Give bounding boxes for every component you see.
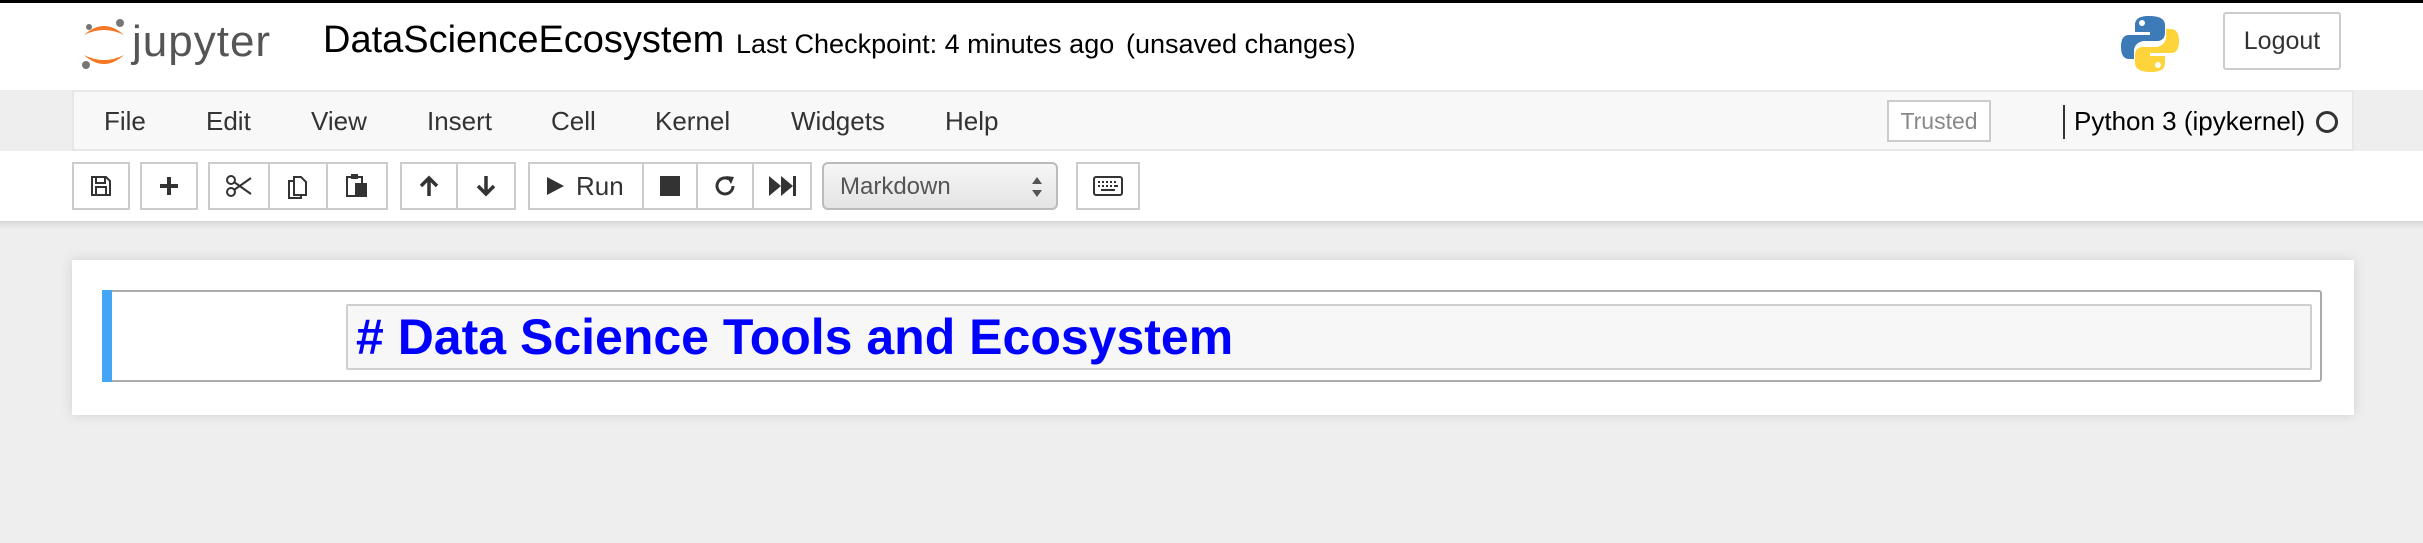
jupyter-logo[interactable]: jupyter (80, 15, 300, 75)
kernel-name[interactable]: Python 3 (ipykernel) (2074, 106, 2305, 137)
arrow-down-icon (476, 176, 496, 197)
menu-cell[interactable]: Cell (551, 106, 596, 137)
header: jupyter DataScienceEcosystem Last Checkp… (0, 3, 2423, 90)
interrupt-kernel-button[interactable] (642, 162, 698, 210)
menu-insert[interactable]: Insert (427, 106, 492, 137)
logout-button[interactable]: Logout (2223, 12, 2341, 70)
stop-icon (660, 176, 680, 196)
menu-edit[interactable]: Edit (206, 106, 251, 137)
checkpoint-status: Last Checkpoint: 4 minutes ago (736, 29, 1115, 59)
move-down-button[interactable] (456, 162, 516, 210)
jupyter-logo-icon (82, 19, 124, 69)
run-button[interactable]: Run (528, 162, 644, 210)
cell-selection-bar (102, 290, 112, 382)
cell-type-select[interactable]: Markdown (822, 162, 1058, 210)
paste-icon (346, 174, 367, 197)
copy-icon (288, 176, 307, 199)
python-logo-icon (2121, 16, 2179, 72)
copy-button[interactable] (268, 162, 328, 210)
toolbar-shadow (0, 221, 2423, 229)
cell-type-value: Markdown (840, 173, 951, 200)
cell-source-text: # Data Science Tools and Ecosystem (356, 309, 1234, 365)
save-button[interactable] (72, 162, 130, 210)
keyboard-icon (1093, 176, 1123, 196)
fast-forward-icon (769, 176, 796, 196)
restart-kernel-button[interactable] (696, 162, 754, 210)
restart-run-all-button[interactable] (752, 162, 812, 210)
notebook-container: # Data Science Tools and Ecosystem (72, 260, 2354, 415)
play-icon (547, 177, 564, 195)
cut-button[interactable] (208, 162, 270, 210)
restart-icon (715, 176, 735, 196)
menu-file[interactable]: File (104, 106, 146, 137)
menu-view[interactable]: View (311, 106, 367, 137)
toolbar: Run Markdown (0, 151, 2423, 221)
plus-icon (160, 177, 178, 195)
selected-cell[interactable]: # Data Science Tools and Ecosystem (102, 290, 2322, 382)
menu-kernel[interactable]: Kernel (655, 106, 730, 137)
kernel-divider (2063, 105, 2065, 139)
insert-cell-button[interactable] (140, 162, 198, 210)
run-button-label: Run (576, 170, 624, 201)
scissors-icon (226, 175, 252, 197)
menu-help[interactable]: Help (945, 106, 998, 137)
menu-widgets[interactable]: Widgets (791, 106, 885, 137)
move-up-button[interactable] (400, 162, 458, 210)
save-icon (91, 176, 111, 196)
cell-editor[interactable]: # Data Science Tools and Ecosystem (346, 304, 2312, 370)
arrow-up-icon (419, 175, 439, 196)
select-arrows-icon (1032, 177, 1042, 197)
paste-button[interactable] (326, 162, 388, 210)
kernel-idle-indicator-icon (2316, 111, 2338, 133)
save-status: (unsaved changes) (1126, 29, 1356, 59)
menubar: File Edit View Insert Cell Kernel Widget… (72, 90, 2354, 151)
trusted-indicator[interactable]: Trusted (1887, 100, 1991, 142)
command-palette-button[interactable] (1076, 162, 1140, 210)
notebook-title[interactable]: DataScienceEcosystem (323, 19, 724, 62)
jupyter-logo-text: jupyter (132, 17, 272, 66)
